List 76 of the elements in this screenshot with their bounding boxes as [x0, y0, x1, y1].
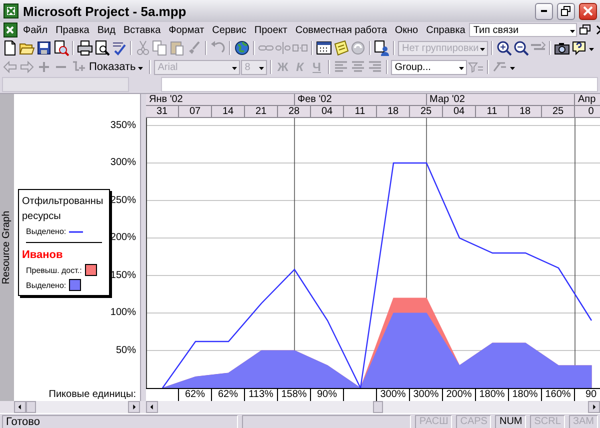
menu-item[interactable]: Проект: [250, 24, 292, 36]
week-header: 14: [212, 106, 245, 118]
close-button[interactable]: [579, 2, 597, 20]
camera-icon[interactable]: [554, 40, 570, 56]
horizontal-scrollbar[interactable]: [146, 401, 600, 413]
scroll-thumb[interactable]: [373, 401, 383, 413]
week-header: 07: [179, 106, 212, 118]
zoom-in-icon[interactable]: [496, 40, 512, 56]
peak-units-label: Пиковые единицы:: [48, 388, 137, 401]
new-document-icon[interactable]: [2, 40, 18, 56]
app-icon[interactable]: [3, 3, 19, 19]
note-icon[interactable]: [333, 40, 349, 56]
menu-item[interactable]: Вставка: [119, 24, 165, 36]
week-header: 31: [146, 106, 179, 118]
resource-name: Иванов: [22, 249, 64, 261]
menu-item[interactable]: Файл: [19, 24, 52, 36]
filter-dropdown[interactable]: Group...: [390, 60, 467, 74]
print-preview-icon[interactable]: [94, 40, 110, 56]
spell-check-icon[interactable]: [111, 40, 127, 56]
week-header: 11: [476, 106, 509, 118]
week-header: 25: [410, 106, 443, 118]
week-header: 21: [245, 106, 278, 118]
globe-icon[interactable]: [234, 40, 250, 56]
circle-arrows-icon[interactable]: [350, 40, 366, 56]
axis-label: 150%: [109, 270, 136, 282]
minimize-button[interactable]: [535, 2, 553, 20]
assign-resources-icon[interactable]: [374, 40, 390, 56]
scroll-right-icon[interactable]: [128, 401, 140, 413]
week-header: 18: [509, 106, 542, 118]
week-header: 0: [575, 106, 600, 118]
week-header: 18: [377, 106, 410, 118]
paste-icon[interactable]: [169, 40, 185, 56]
legend-label: Превыш. дост.:: [26, 266, 82, 274]
legend-label: Выделено:: [26, 280, 66, 290]
close-icon: [583, 6, 593, 16]
menu-item[interactable]: Формат: [164, 24, 208, 36]
axis-label: 350%: [109, 120, 136, 132]
menu-item[interactable]: Совместная работа: [291, 24, 391, 36]
menu-item[interactable]: Сервис: [208, 24, 250, 36]
printer-icon[interactable]: [77, 40, 93, 56]
menu-item[interactable]: Справка: [422, 24, 470, 36]
calendar-icon[interactable]: [316, 40, 332, 56]
entry-field[interactable]: [161, 77, 598, 92]
week-header: 28: [278, 106, 311, 118]
window-title: Microsoft Project - 5a.mpp: [23, 4, 188, 18]
week-header: 25: [542, 106, 575, 118]
show-button[interactable]: Показать: [87, 59, 146, 75]
save-icon[interactable]: [36, 40, 52, 56]
status-indicator: NUM: [495, 415, 526, 428]
restore-icon: [561, 6, 571, 16]
copy-icon[interactable]: [152, 40, 168, 56]
axis-label: 100%: [109, 307, 136, 319]
horizontal-scrollbar[interactable]: [14, 401, 140, 413]
menu-item[interactable]: Окно: [390, 24, 422, 36]
menu-item[interactable]: Вид: [93, 24, 120, 36]
week-header: 04: [443, 106, 476, 118]
help-icon[interactable]: [571, 40, 587, 56]
restore-button[interactable]: [557, 2, 575, 20]
question-field[interactable]: Тип связи: [469, 23, 578, 37]
menu-item[interactable]: Правка: [52, 24, 94, 36]
status-text: Готово: [2, 415, 238, 428]
zoom-out-icon[interactable]: [513, 40, 529, 56]
axis-label: 300%: [109, 157, 136, 169]
view-label: Resource Graph: [2, 210, 12, 284]
week-header: 11: [344, 106, 377, 118]
legend-title: Отфильтрованны ресурсы: [22, 195, 102, 224]
document-search-icon[interactable]: [53, 40, 69, 56]
document-icon[interactable]: [3, 22, 19, 38]
minimize-icon: [541, 10, 547, 12]
axis-label: 50%: [114, 344, 136, 356]
scroll-left-icon[interactable]: [146, 401, 158, 413]
week-header: 04: [311, 106, 344, 118]
scroll-left-icon[interactable]: [14, 401, 26, 413]
scroll-right-icon[interactable]: [588, 401, 600, 413]
scroll-thumb[interactable]: [26, 401, 36, 413]
legend-label: Выделено:: [26, 227, 66, 236]
